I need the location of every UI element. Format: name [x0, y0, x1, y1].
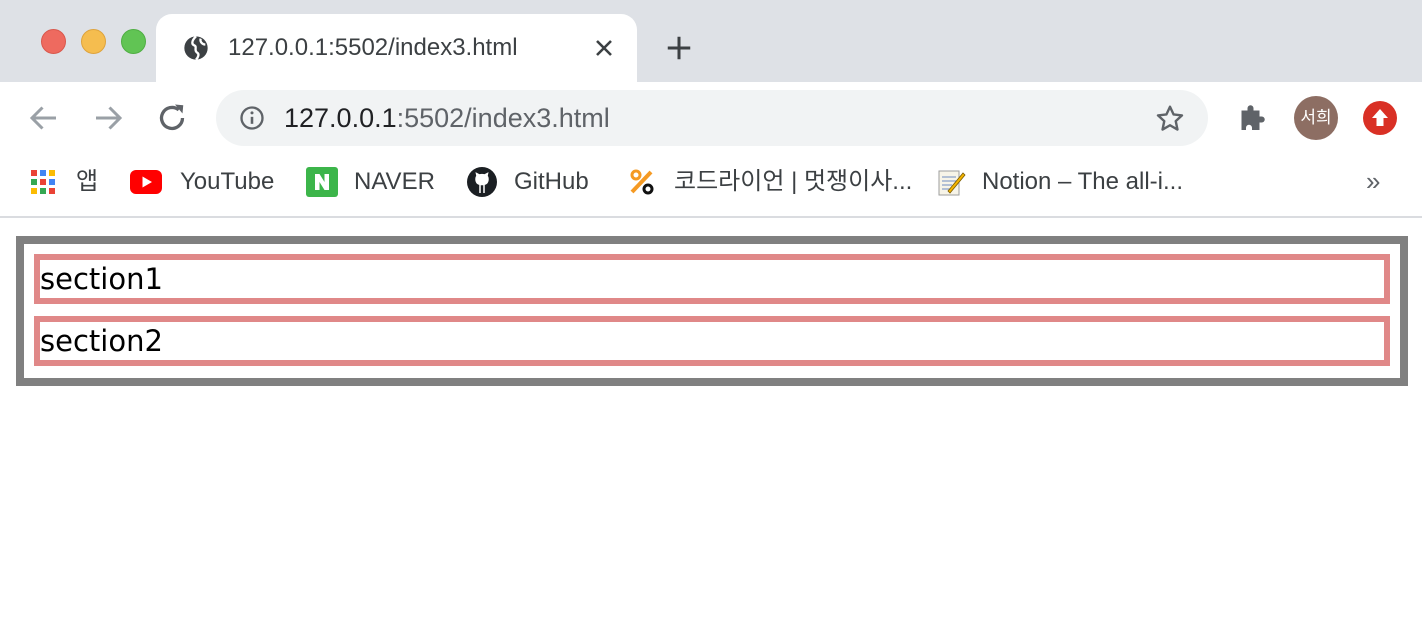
section-box: section1	[34, 254, 1390, 304]
url-host: 127.0.0.1	[284, 103, 397, 133]
bookmark-apps[interactable]: 앱	[30, 166, 98, 198]
browser-toolbar: 127.0.0.1:5502/index3.html 서희	[0, 82, 1422, 154]
naver-icon	[306, 167, 338, 197]
bookmark-star-icon[interactable]	[1154, 103, 1186, 135]
bookmark-naver[interactable]: NAVER	[306, 166, 435, 198]
profile-avatar[interactable]: 서희	[1294, 96, 1338, 140]
bookmark-label: Notion – The all-i...	[982, 168, 1183, 195]
notion-icon	[938, 170, 966, 196]
github-icon	[467, 167, 497, 197]
bookmark-youtube[interactable]: YouTube	[130, 166, 274, 198]
up-arrow-icon	[1372, 109, 1388, 126]
bookmark-label: 앱	[76, 168, 99, 195]
section-text: section2	[40, 324, 163, 358]
address-bar[interactable]: 127.0.0.1:5502/index3.html	[216, 90, 1208, 146]
url-text[interactable]: 127.0.0.1:5502/index3.html	[284, 103, 610, 133]
minimize-window-button[interactable]	[81, 29, 106, 54]
forward-arrow-icon[interactable]	[90, 100, 126, 136]
section-box: section2	[34, 316, 1390, 366]
extensions-puzzle-icon[interactable]	[1234, 100, 1270, 136]
bookmark-label: 코드라이언 | 멋쟁이사...	[674, 168, 913, 195]
section-text: section1	[40, 262, 163, 296]
page-viewport: section1 section2	[0, 220, 1422, 634]
maximize-window-button[interactable]	[121, 29, 146, 54]
codelion-icon	[630, 169, 654, 195]
bookmarks-overflow-button[interactable]: »	[1366, 166, 1380, 196]
bookmark-label: YouTube	[180, 168, 275, 195]
bookmarks-bar: 앱 YouTube NAVER GitHub 코드라이언 | 멋쟁이사... N…	[0, 154, 1422, 218]
outer-container: section1 section2	[16, 236, 1408, 386]
bookmark-github[interactable]: GitHub	[466, 166, 589, 198]
info-icon[interactable]	[238, 104, 266, 132]
active-tab[interactable]: 127.0.0.1:5502/index3.html	[156, 14, 637, 82]
new-tab-icon[interactable]	[664, 33, 694, 63]
update-arrow-icon[interactable]	[1363, 101, 1397, 135]
reload-icon[interactable]	[154, 100, 190, 136]
youtube-icon	[130, 170, 162, 194]
back-arrow-icon[interactable]	[26, 100, 62, 136]
bookmark-notion[interactable]: Notion – The all-i...	[936, 166, 1183, 198]
globe-icon	[184, 35, 208, 61]
apps-grid-icon	[31, 170, 55, 194]
url-path: :5502/index3.html	[396, 103, 610, 133]
close-window-button[interactable]	[41, 29, 66, 54]
tab-title: 127.0.0.1:5502/index3.html	[228, 34, 518, 61]
close-tab-icon[interactable]	[590, 34, 618, 62]
bookmark-label: GitHub	[514, 168, 589, 195]
bookmark-label: NAVER	[354, 168, 435, 195]
bookmark-codelion[interactable]: 코드라이언 | 멋쟁이사...	[628, 166, 912, 198]
tab-strip: 127.0.0.1:5502/index3.html	[0, 0, 1422, 82]
